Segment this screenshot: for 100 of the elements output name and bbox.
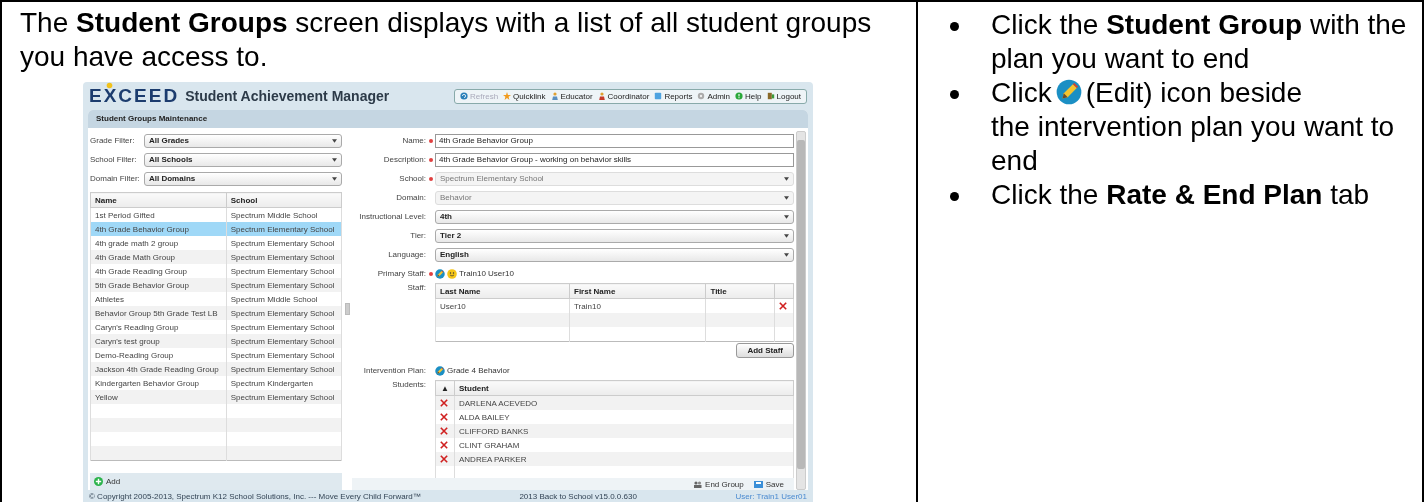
filter-dropdown[interactable]: All Domains: [144, 171, 342, 186]
delete-icon[interactable]: [440, 441, 448, 450]
table-cell: Spectrum Elementary School: [226, 222, 342, 236]
sort-indicator[interactable]: ▲: [435, 380, 455, 396]
delete-icon[interactable]: [440, 455, 448, 464]
user-text: User: Train1 User01: [735, 491, 807, 501]
end-group-button[interactable]: End Group: [693, 479, 744, 489]
table-row[interactable]: Yellow Spectrum Elementary School: [90, 390, 342, 404]
delete-icon[interactable]: [440, 399, 448, 408]
scrollbar[interactable]: [796, 131, 806, 490]
logo-text: EXCEED: [89, 85, 180, 107]
table-row[interactable]: Behavior Group 5th Grade Test LB Spectrum Elementary School: [90, 306, 342, 320]
table-cell: 4th Grade Behavior Group: [90, 222, 227, 236]
copyright-text: © Copyright 2005-2013, Spectrum K12 School Solutions, Inc. --- Move Every Child Forward™: [89, 491, 421, 501]
column-header[interactable]: Name: [90, 192, 227, 208]
caret-icon: [784, 195, 789, 200]
step-text: Click the Rate & End Plan tab: [991, 178, 1371, 212]
field-label: Domain:: [395, 193, 426, 202]
field-label: Intervention Plan:: [362, 366, 426, 376]
pencil-icon[interactable]: [435, 365, 445, 376]
table-cell: Yellow: [90, 390, 227, 404]
nav-link[interactable]: Reports: [654, 91, 693, 101]
column-header[interactable]: First Name: [569, 283, 706, 299]
bullet-icon: [950, 22, 959, 31]
text-field[interactable]: 4th Grade Behavior Group - working on behavior skills: [435, 152, 794, 167]
bullet-icon: [950, 90, 959, 99]
plus-icon: [94, 477, 103, 486]
table-row[interactable]: Jackson 4th Grade Reading Group Spectrum Elementary School: [90, 362, 342, 376]
table-row[interactable]: 4th Grade Behavior Group Spectrum Elementary School: [90, 222, 342, 236]
field-label: Language:: [387, 250, 426, 259]
table-cell: Spectrum Elementary School: [226, 278, 342, 292]
table-cell: Behavior Group 5th Grade Test LB: [90, 306, 227, 320]
door-icon: [766, 92, 775, 100]
table-cell: Jackson 4th Grade Reading Group: [90, 362, 227, 376]
refresh-icon: [460, 92, 469, 100]
field-label: Description:: [382, 155, 426, 164]
table-cell: Spectrum Elementary School: [226, 334, 342, 348]
bullet-icon: [950, 192, 959, 201]
nav-link[interactable]: Help: [735, 91, 762, 101]
pencil-icon[interactable]: [435, 268, 445, 279]
document-icon: [654, 92, 663, 100]
column-header[interactable]: School: [226, 192, 342, 208]
caret-icon: [332, 157, 337, 162]
field-label: Staff:: [406, 283, 426, 292]
nav-link[interactable]: Quicklink: [503, 91, 546, 101]
gear-icon: [697, 92, 706, 100]
intro-paragraph: The Student Groups screen displays with a list of all student groups you have access to.: [20, 6, 873, 74]
table-cell: Spectrum Elementary School: [226, 390, 342, 404]
staff-name: Train10 User10: [459, 269, 514, 278]
scrollbar-thumb[interactable]: [797, 140, 805, 469]
nav-link[interactable]: Admin: [697, 91, 731, 101]
person-icon: [550, 92, 559, 100]
column-header[interactable]: Last Name: [435, 283, 570, 299]
table-cell: Spectrum Elementary School: [226, 306, 342, 320]
field-label: Students:: [391, 380, 426, 390]
table-row[interactable]: 4th Grade Math Group Spectrum Elementary School: [90, 250, 342, 264]
text-field[interactable]: 4th Grade Behavior Group: [435, 133, 794, 148]
step-text: Click the Student Group with the plan you want to end: [991, 8, 1408, 76]
filter-dropdown[interactable]: All Grades: [144, 133, 342, 148]
table-cell: Spectrum Elementary School: [226, 362, 342, 376]
people-icon: [693, 480, 703, 488]
filter-label: School Filter:: [90, 155, 138, 164]
add-staff-button[interactable]: Add Staff: [736, 343, 794, 359]
field-label: School:: [398, 174, 426, 183]
filter-label: Domain Filter:: [90, 174, 141, 183]
column-header[interactable]: Title: [705, 283, 775, 299]
delete-icon[interactable]: [440, 427, 448, 436]
field-label: Primary Staff:: [376, 269, 426, 278]
splitter-handle[interactable]: [344, 303, 350, 315]
delete-icon[interactable]: [779, 302, 787, 310]
filter-dropdown[interactable]: All Schools: [144, 152, 342, 167]
select-dropdown[interactable]: English: [435, 247, 794, 262]
select-dropdown[interactable]: 4th: [435, 209, 794, 224]
caret-icon: [784, 233, 789, 238]
plan-name[interactable]: Grade 4 Behavior: [447, 366, 510, 376]
step-text: (Edit) icon beside: [1085, 77, 1302, 108]
delete-icon[interactable]: [440, 413, 448, 422]
table-row[interactable]: Caryn's test group Spectrum Elementary School: [90, 334, 342, 348]
caret-icon: [332, 176, 337, 181]
save-button[interactable]: Save: [753, 479, 784, 489]
step-text: Click: [991, 77, 1052, 108]
pencil-icon[interactable]: [1055, 79, 1082, 105]
caret-icon: [332, 138, 337, 143]
field-label: Tier:: [409, 231, 426, 240]
add-button[interactable]: Add: [94, 477, 121, 486]
nav-link[interactable]: Educator: [550, 91, 593, 101]
version-text: 2013 Back to School v15.0.0.630: [519, 491, 637, 501]
table-cell: 5th Grade Behavior Group: [90, 278, 227, 292]
field-label: Name:: [401, 136, 426, 145]
table-cell: Spectrum Elementary School: [226, 250, 342, 264]
field-label: Instructional Level:: [358, 212, 426, 221]
select-dropdown[interactable]: Tier 2: [435, 228, 794, 243]
nav-link[interactable]: Coordinator: [597, 91, 650, 101]
table-row[interactable]: 5th Grade Behavior Group Spectrum Elementary School: [90, 278, 342, 292]
smiley-icon: [447, 268, 457, 279]
table-cell: 4th Grade Math Group: [90, 250, 227, 264]
caret-icon: [784, 214, 789, 219]
column-header[interactable]: Student: [454, 380, 794, 396]
nav-link[interactable]: Logout: [766, 91, 801, 101]
panel-title: Student Groups Maintenance: [88, 110, 808, 128]
